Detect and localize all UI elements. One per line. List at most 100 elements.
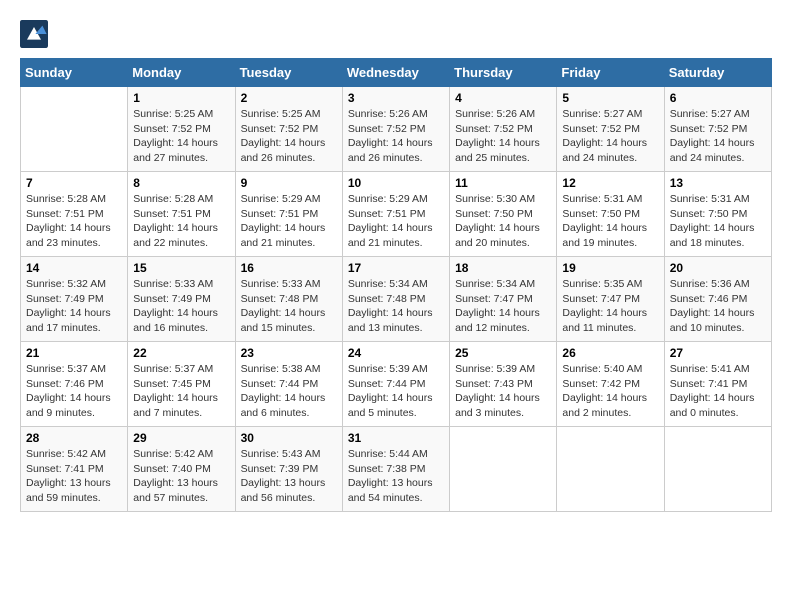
calendar-cell: 1 Sunrise: 5:25 AM Sunset: 7:52 PM Daylig… xyxy=(128,87,235,172)
calendar-week-row: 7 Sunrise: 5:28 AM Sunset: 7:51 PM Daylig… xyxy=(21,172,772,257)
weekday-header-tuesday: Tuesday xyxy=(235,59,342,87)
day-info: Sunrise: 5:31 AM Sunset: 7:50 PM Dayligh… xyxy=(670,192,766,251)
day-info: Sunrise: 5:39 AM Sunset: 7:43 PM Dayligh… xyxy=(455,362,551,421)
calendar-cell: 18 Sunrise: 5:34 AM Sunset: 7:47 PM Dayli… xyxy=(450,257,557,342)
calendar-cell: 22 Sunrise: 5:37 AM Sunset: 7:45 PM Dayli… xyxy=(128,342,235,427)
calendar-cell: 10 Sunrise: 5:29 AM Sunset: 7:51 PM Dayli… xyxy=(342,172,449,257)
day-number: 15 xyxy=(133,261,229,275)
calendar-cell: 23 Sunrise: 5:38 AM Sunset: 7:44 PM Dayli… xyxy=(235,342,342,427)
day-info: Sunrise: 5:39 AM Sunset: 7:44 PM Dayligh… xyxy=(348,362,444,421)
day-info: Sunrise: 5:25 AM Sunset: 7:52 PM Dayligh… xyxy=(241,107,337,166)
calendar-cell xyxy=(557,427,664,512)
calendar-cell: 28 Sunrise: 5:42 AM Sunset: 7:41 PM Dayli… xyxy=(21,427,128,512)
weekday-header-thursday: Thursday xyxy=(450,59,557,87)
day-number: 29 xyxy=(133,431,229,445)
day-info: Sunrise: 5:35 AM Sunset: 7:47 PM Dayligh… xyxy=(562,277,658,336)
calendar-cell: 13 Sunrise: 5:31 AM Sunset: 7:50 PM Dayli… xyxy=(664,172,771,257)
calendar-cell: 19 Sunrise: 5:35 AM Sunset: 7:47 PM Dayli… xyxy=(557,257,664,342)
calendar-cell: 8 Sunrise: 5:28 AM Sunset: 7:51 PM Daylig… xyxy=(128,172,235,257)
weekday-header-friday: Friday xyxy=(557,59,664,87)
day-number: 4 xyxy=(455,91,551,105)
day-info: Sunrise: 5:37 AM Sunset: 7:45 PM Dayligh… xyxy=(133,362,229,421)
calendar-cell: 30 Sunrise: 5:43 AM Sunset: 7:39 PM Dayli… xyxy=(235,427,342,512)
calendar-cell: 3 Sunrise: 5:26 AM Sunset: 7:52 PM Daylig… xyxy=(342,87,449,172)
logo xyxy=(20,20,50,48)
day-info: Sunrise: 5:41 AM Sunset: 7:41 PM Dayligh… xyxy=(670,362,766,421)
day-number: 22 xyxy=(133,346,229,360)
day-number: 2 xyxy=(241,91,337,105)
day-info: Sunrise: 5:30 AM Sunset: 7:50 PM Dayligh… xyxy=(455,192,551,251)
day-info: Sunrise: 5:28 AM Sunset: 7:51 PM Dayligh… xyxy=(26,192,122,251)
page-header xyxy=(20,20,772,48)
weekday-header-sunday: Sunday xyxy=(21,59,128,87)
day-info: Sunrise: 5:38 AM Sunset: 7:44 PM Dayligh… xyxy=(241,362,337,421)
calendar-week-row: 1 Sunrise: 5:25 AM Sunset: 7:52 PM Daylig… xyxy=(21,87,772,172)
day-number: 23 xyxy=(241,346,337,360)
day-number: 18 xyxy=(455,261,551,275)
day-number: 8 xyxy=(133,176,229,190)
calendar-cell: 6Sunrise: 5:27 AM Sunset: 7:52 PM Daylig… xyxy=(664,87,771,172)
day-number: 28 xyxy=(26,431,122,445)
calendar-cell: 20 Sunrise: 5:36 AM Sunset: 7:46 PM Dayli… xyxy=(664,257,771,342)
calendar-cell: 17 Sunrise: 5:34 AM Sunset: 7:48 PM Dayli… xyxy=(342,257,449,342)
weekday-header-row: SundayMondayTuesdayWednesdayThursdayFrid… xyxy=(21,59,772,87)
day-info: Sunrise: 5:43 AM Sunset: 7:39 PM Dayligh… xyxy=(241,447,337,506)
calendar-cell: 16 Sunrise: 5:33 AM Sunset: 7:48 PM Dayli… xyxy=(235,257,342,342)
day-number: 10 xyxy=(348,176,444,190)
day-info: Sunrise: 5:29 AM Sunset: 7:51 PM Dayligh… xyxy=(241,192,337,251)
calendar-cell: 5Sunrise: 5:27 AM Sunset: 7:52 PM Daylig… xyxy=(557,87,664,172)
calendar-cell: 21 Sunrise: 5:37 AM Sunset: 7:46 PM Dayli… xyxy=(21,342,128,427)
day-number: 19 xyxy=(562,261,658,275)
calendar-cell: 27 Sunrise: 5:41 AM Sunset: 7:41 PM Dayli… xyxy=(664,342,771,427)
day-number: 3 xyxy=(348,91,444,105)
calendar-cell: 29 Sunrise: 5:42 AM Sunset: 7:40 PM Dayli… xyxy=(128,427,235,512)
day-info: Sunrise: 5:33 AM Sunset: 7:48 PM Dayligh… xyxy=(241,277,337,336)
day-number: 1 xyxy=(133,91,229,105)
day-number: 24 xyxy=(348,346,444,360)
day-info: Sunrise: 5:36 AM Sunset: 7:46 PM Dayligh… xyxy=(670,277,766,336)
day-number: 17 xyxy=(348,261,444,275)
calendar-cell xyxy=(21,87,128,172)
calendar-week-row: 21 Sunrise: 5:37 AM Sunset: 7:46 PM Dayli… xyxy=(21,342,772,427)
day-number: 27 xyxy=(670,346,766,360)
day-info: Sunrise: 5:33 AM Sunset: 7:49 PM Dayligh… xyxy=(133,277,229,336)
calendar-week-row: 14Sunrise: 5:32 AM Sunset: 7:49 PM Dayli… xyxy=(21,257,772,342)
day-number: 11 xyxy=(455,176,551,190)
weekday-header-wednesday: Wednesday xyxy=(342,59,449,87)
day-number: 7 xyxy=(26,176,122,190)
day-number: 9 xyxy=(241,176,337,190)
calendar-cell: 4Sunrise: 5:26 AM Sunset: 7:52 PM Daylig… xyxy=(450,87,557,172)
day-info: Sunrise: 5:28 AM Sunset: 7:51 PM Dayligh… xyxy=(133,192,229,251)
day-info: Sunrise: 5:37 AM Sunset: 7:46 PM Dayligh… xyxy=(26,362,122,421)
day-info: Sunrise: 5:29 AM Sunset: 7:51 PM Dayligh… xyxy=(348,192,444,251)
day-info: Sunrise: 5:42 AM Sunset: 7:40 PM Dayligh… xyxy=(133,447,229,506)
calendar-cell: 24 Sunrise: 5:39 AM Sunset: 7:44 PM Dayli… xyxy=(342,342,449,427)
day-info: Sunrise: 5:34 AM Sunset: 7:48 PM Dayligh… xyxy=(348,277,444,336)
calendar-week-row: 28 Sunrise: 5:42 AM Sunset: 7:41 PM Dayli… xyxy=(21,427,772,512)
weekday-header-monday: Monday xyxy=(128,59,235,87)
day-number: 5 xyxy=(562,91,658,105)
day-number: 16 xyxy=(241,261,337,275)
day-info: Sunrise: 5:25 AM Sunset: 7:52 PM Dayligh… xyxy=(133,107,229,166)
day-info: Sunrise: 5:44 AM Sunset: 7:38 PM Dayligh… xyxy=(348,447,444,506)
calendar-table: SundayMondayTuesdayWednesdayThursdayFrid… xyxy=(20,58,772,512)
calendar-cell: 7 Sunrise: 5:28 AM Sunset: 7:51 PM Daylig… xyxy=(21,172,128,257)
calendar-cell: 9 Sunrise: 5:29 AM Sunset: 7:51 PM Daylig… xyxy=(235,172,342,257)
day-info: Sunrise: 5:42 AM Sunset: 7:41 PM Dayligh… xyxy=(26,447,122,506)
day-number: 12 xyxy=(562,176,658,190)
calendar-cell: 15 Sunrise: 5:33 AM Sunset: 7:49 PM Dayli… xyxy=(128,257,235,342)
day-number: 21 xyxy=(26,346,122,360)
day-number: 30 xyxy=(241,431,337,445)
weekday-header-saturday: Saturday xyxy=(664,59,771,87)
day-number: 26 xyxy=(562,346,658,360)
calendar-cell xyxy=(450,427,557,512)
calendar-cell: 26Sunrise: 5:40 AM Sunset: 7:42 PM Dayli… xyxy=(557,342,664,427)
day-number: 13 xyxy=(670,176,766,190)
day-info: Sunrise: 5:34 AM Sunset: 7:47 PM Dayligh… xyxy=(455,277,551,336)
calendar-cell: 25Sunrise: 5:39 AM Sunset: 7:43 PM Dayli… xyxy=(450,342,557,427)
calendar-cell: 2 Sunrise: 5:25 AM Sunset: 7:52 PM Daylig… xyxy=(235,87,342,172)
logo-icon xyxy=(20,20,48,48)
day-info: Sunrise: 5:26 AM Sunset: 7:52 PM Dayligh… xyxy=(348,107,444,166)
day-info: Sunrise: 5:27 AM Sunset: 7:52 PM Dayligh… xyxy=(670,107,766,166)
day-number: 20 xyxy=(670,261,766,275)
